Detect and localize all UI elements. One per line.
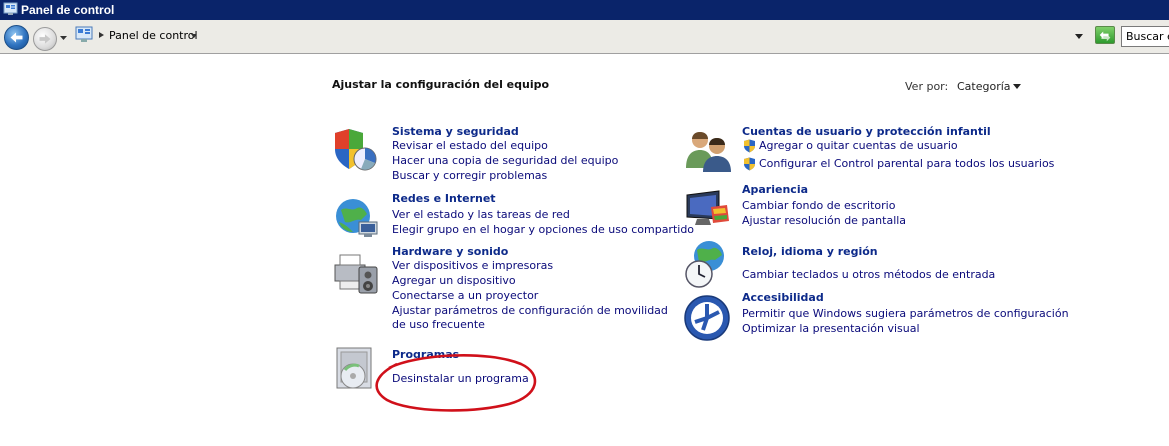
link-homegroup-sharing[interactable]: Elegir grupo en el hogar y opciones de u… [392, 223, 694, 237]
category-title-appearance[interactable]: Apariencia [742, 183, 808, 196]
link-backup-pc[interactable]: Hacer una copia de seguridad del equipo [392, 154, 618, 168]
uac-shield-icon [744, 139, 755, 153]
link-add-device[interactable]: Agregar un dispositivo [392, 274, 516, 288]
uac-shield-icon [744, 157, 755, 171]
link-devices-printers[interactable]: Ver dispositivos e impresoras [392, 259, 553, 273]
recent-pages-dropdown[interactable] [59, 34, 68, 42]
programs-disc-icon [336, 347, 372, 389]
category-title-clock-language-region[interactable]: Reloj, idioma y región [742, 245, 878, 258]
page-title: Ajustar la configuración del equipo [332, 78, 550, 91]
category-title-hardware-sound[interactable]: Hardware y sonido [392, 245, 508, 258]
category-title-network-internet[interactable]: Redes e Internet [392, 192, 496, 205]
printer-speaker-icon [334, 254, 378, 294]
link-find-fix-problems[interactable]: Buscar y corregir problemas [392, 169, 547, 183]
globe-network-icon [336, 199, 378, 237]
category-title-system-security[interactable]: Sistema y seguridad [392, 125, 519, 138]
address-history-dropdown[interactable] [1074, 33, 1084, 40]
globe-clock-icon [685, 241, 724, 288]
control-panel-icon [3, 2, 18, 15]
breadcrumb-arrow-icon[interactable] [98, 31, 105, 39]
link-parental-controls[interactable]: Configurar el Control parental para todo… [759, 157, 1054, 171]
search-box[interactable] [1121, 26, 1169, 47]
link-windows-suggest-settings[interactable]: Permitir que Windows sugiera parámetros … [742, 307, 1069, 321]
link-review-pc-status[interactable]: Revisar el estado del equipo [392, 139, 548, 153]
address-toolbar: Panel de control [0, 20, 1169, 54]
link-uninstall-program[interactable]: Desinstalar un programa [392, 372, 529, 386]
category-title-programs[interactable]: Programas [392, 348, 459, 361]
category-title-user-accounts[interactable]: Cuentas de usuario y protección infantil [742, 125, 991, 138]
forward-button[interactable] [33, 27, 57, 51]
monitor-palette-icon [686, 190, 729, 225]
refresh-icon [1099, 31, 1111, 42]
window-title: Panel de control [21, 3, 115, 17]
link-add-remove-accounts[interactable]: Agregar o quitar cuentas de usuario [759, 139, 958, 153]
title-bar: Panel de control [0, 0, 1169, 20]
search-input[interactable] [1122, 27, 1169, 46]
accessibility-icon [684, 295, 730, 341]
category-title-accessibility[interactable]: Accesibilidad [742, 291, 824, 304]
arrow-left-icon [10, 32, 23, 43]
view-by-label: Ver por: [905, 80, 949, 93]
link-change-keyboards[interactable]: Cambiar teclados u otros métodos de entr… [742, 268, 995, 282]
link-optimize-visual-display[interactable]: Optimizar la presentación visual [742, 322, 920, 336]
breadcrumb-control-panel[interactable]: Panel de control [109, 29, 198, 43]
link-change-desktop-background[interactable]: Cambiar fondo de escritorio [742, 199, 895, 213]
view-by-select[interactable]: Categoría [957, 80, 1011, 93]
link-mobility-settings[interactable]: Ajustar parámetros de configuración de m… [392, 304, 682, 332]
shield-chart-icon [335, 129, 377, 171]
link-network-status-tasks[interactable]: Ver el estado y las tareas de red [392, 208, 570, 222]
back-button[interactable] [4, 25, 29, 50]
chevron-down-icon[interactable] [1013, 84, 1021, 89]
refresh-button[interactable] [1095, 26, 1115, 44]
chevron-down-icon[interactable] [190, 33, 198, 39]
arrow-right-icon [39, 34, 51, 44]
users-icon [686, 132, 731, 172]
control-panel-icon [75, 26, 93, 42]
link-connect-projector[interactable]: Conectarse a un proyector [392, 289, 538, 303]
link-adjust-screen-resolution[interactable]: Ajustar resolución de pantalla [742, 214, 906, 228]
